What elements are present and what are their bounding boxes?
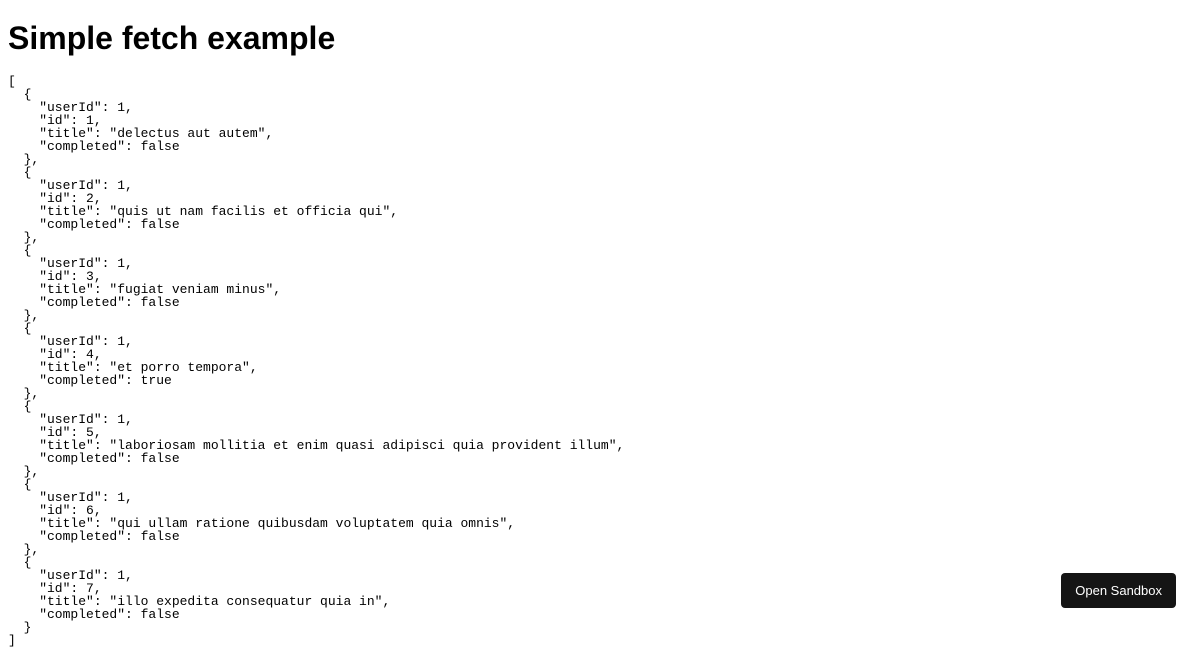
page-title: Simple fetch example	[8, 20, 1192, 57]
open-sandbox-button[interactable]: Open Sandbox	[1061, 573, 1176, 608]
json-output: [ { "userId": 1, "id": 1, "title": "dele…	[8, 75, 1192, 647]
